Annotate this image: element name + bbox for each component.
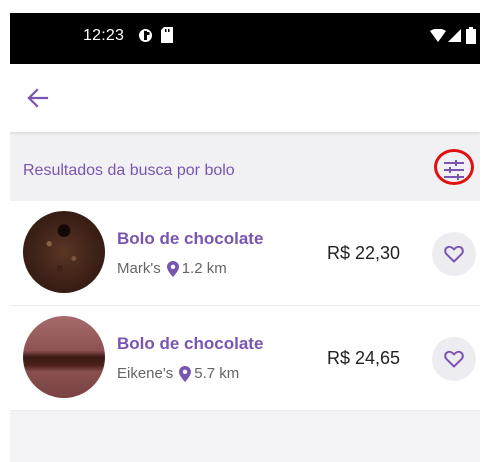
product-image [23, 316, 105, 398]
status-time: 12:23 [83, 27, 125, 44]
heart-outline-icon [444, 350, 464, 368]
result-item[interactable]: Bolo de chocolate Mark's 1.2 km R$ 22,30 [10, 201, 480, 306]
favorite-button[interactable] [432, 337, 476, 381]
product-title: Bolo de chocolate [117, 334, 264, 353]
location-pin-icon [179, 365, 192, 382]
sd-card-icon [161, 27, 173, 48]
product-image [23, 211, 105, 293]
results-label: Resultados da busca por bolo [23, 162, 235, 179]
favorite-button[interactable] [432, 232, 476, 276]
product-meta: Mark's 1.2 km [117, 260, 227, 277]
search-results-header: Resultados da busca por bolo [10, 135, 480, 201]
highlight-circle-annotation [434, 149, 474, 185]
product-meta: Eikene's 5.7 km [117, 365, 239, 382]
shop-name: Mark's [117, 260, 161, 277]
product-title: Bolo de chocolate [117, 229, 264, 248]
distance: 5.7 km [194, 365, 240, 382]
app-screen: 12:23 Resultados da busca por bolo Bolo … [10, 13, 480, 462]
status-bar: 12:23 [10, 13, 480, 64]
location-pin-icon [166, 260, 179, 277]
arrow-left-icon [27, 88, 49, 108]
heart-outline-icon [444, 245, 464, 263]
wifi-icon [430, 28, 446, 47]
results-list: Bolo de chocolate Mark's 1.2 km R$ 22,30… [10, 201, 480, 411]
back-button[interactable] [24, 84, 52, 112]
product-price: R$ 22,30 [327, 243, 401, 263]
app-bar [10, 64, 480, 132]
distance: 1.2 km [181, 260, 227, 277]
product-price: R$ 24,65 [327, 348, 401, 368]
battery-icon [466, 27, 476, 49]
cell-signal-icon [448, 29, 461, 47]
shop-name: Eikene's [117, 365, 174, 382]
result-item[interactable]: Bolo de chocolate Eikene's 5.7 km R$ 24,… [10, 306, 480, 411]
media-status-icon [138, 27, 153, 49]
